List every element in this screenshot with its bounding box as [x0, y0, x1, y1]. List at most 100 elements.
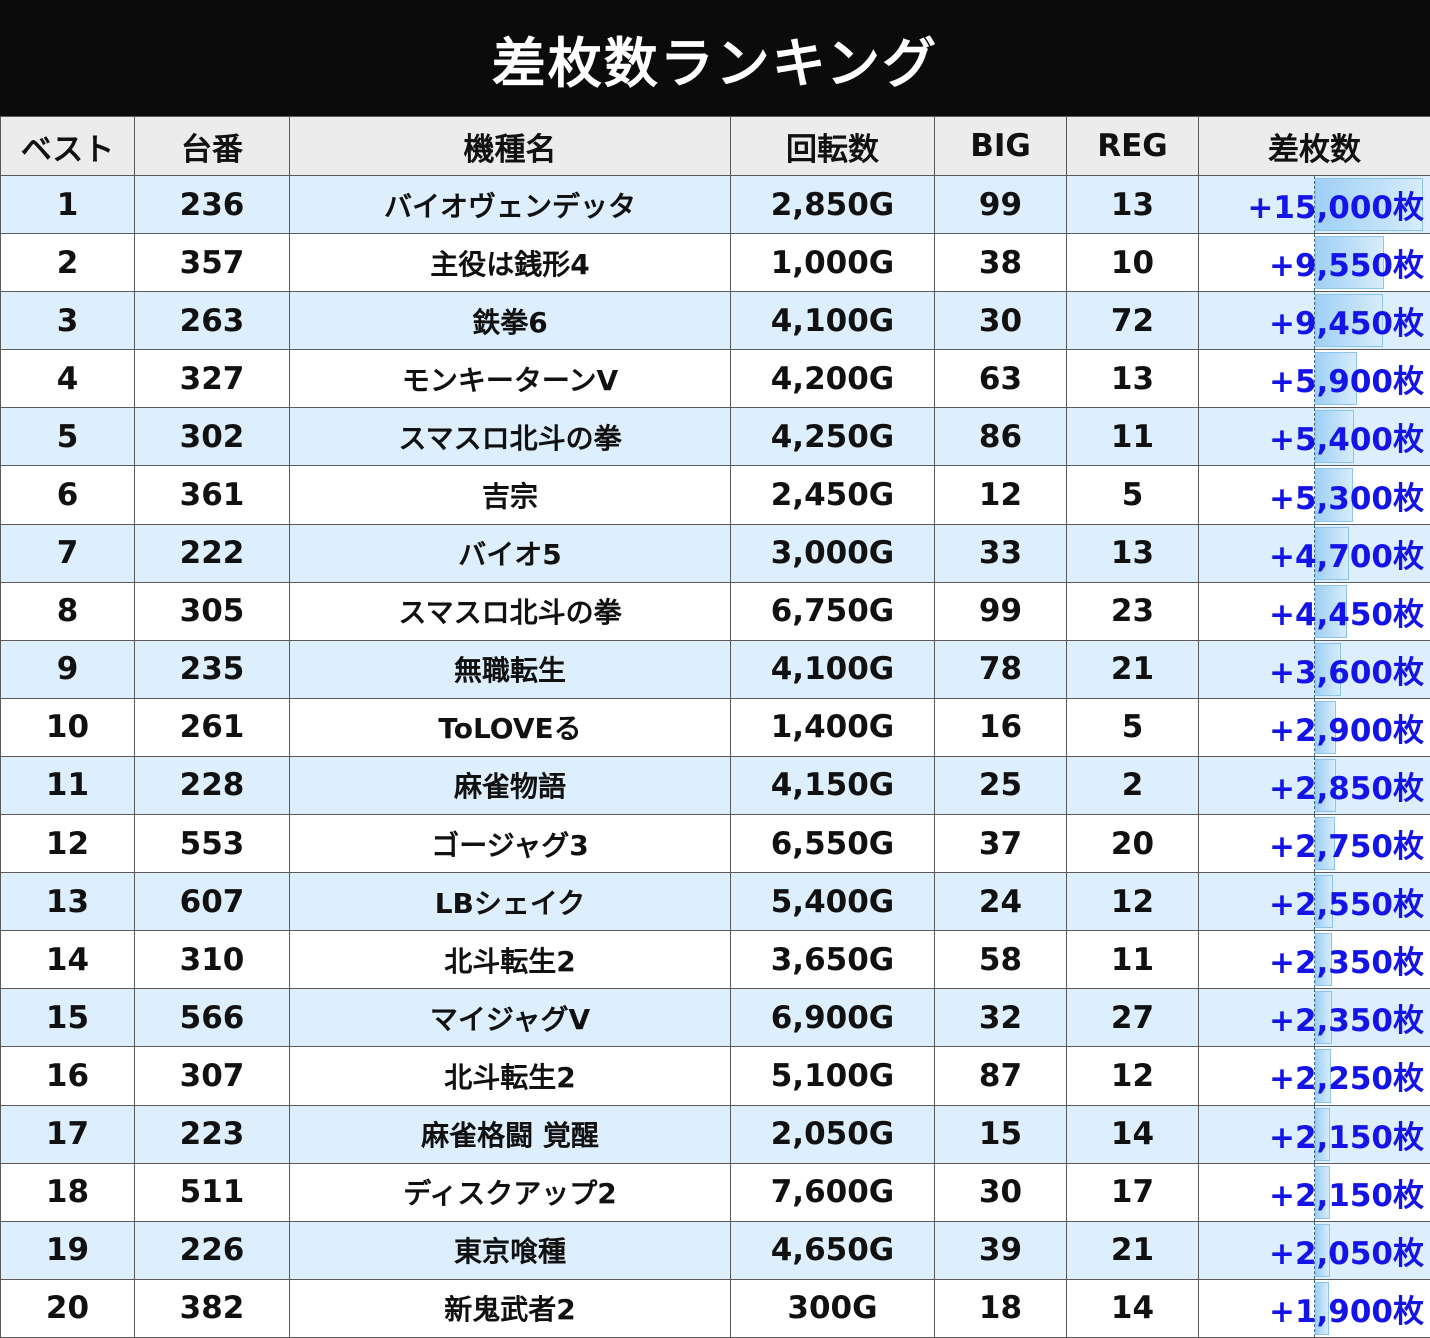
diff-value: +4,700枚 [1268, 538, 1424, 575]
diff-value: +2,050枚 [1268, 1235, 1424, 1272]
big-count-cell: 86 [934, 407, 1067, 467]
spins-cell: 1,400G [730, 697, 935, 757]
diff-value: +2,250枚 [1268, 1061, 1424, 1098]
machine-number-cell: 553 [134, 814, 290, 874]
diff-value: +5,400枚 [1268, 422, 1424, 459]
diff-value: +4,450枚 [1268, 596, 1424, 633]
big-count-cell: 16 [934, 697, 1067, 757]
machine-name-cell: ディスクアップ2 [289, 1162, 731, 1222]
reg-count-cell: 23 [1066, 581, 1199, 641]
spins-cell: 300G [730, 1278, 935, 1338]
machine-number-cell: 223 [134, 1104, 290, 1164]
machine-number-cell: 236 [134, 174, 290, 235]
reg-count-cell: 13 [1066, 523, 1199, 583]
reg-count-cell: 5 [1066, 465, 1199, 525]
table-row: 16 307 北斗転生2 5,100G 87 12 +2,250枚 [0, 1046, 1430, 1106]
spins-cell: 4,100G [730, 291, 935, 351]
diff-cell: +5,400枚 [1198, 407, 1430, 467]
rank-cell: 8 [0, 581, 135, 641]
title-bar: 差枚数ランキング [0, 0, 1430, 116]
machine-name-cell: 無職転生 [289, 639, 731, 699]
diff-cell: +15,000枚 [1198, 174, 1430, 235]
machine-number-cell: 361 [134, 465, 290, 525]
reg-count-cell: 12 [1066, 1046, 1199, 1106]
table-row: 5 302 スマスロ北斗の拳 4,250G 86 11 +5,400枚 [0, 407, 1430, 467]
reg-count-cell: 14 [1066, 1278, 1199, 1338]
spins-cell: 4,100G [730, 639, 935, 699]
table-row: 10 261 ToLOVEる 1,400G 16 5 +2,900枚 [0, 697, 1430, 757]
spins-cell: 3,000G [730, 523, 935, 583]
reg-count-cell: 17 [1066, 1162, 1199, 1222]
reg-count-cell: 27 [1066, 988, 1199, 1048]
machine-name-cell: モンキーターンV [289, 349, 731, 409]
rank-cell: 5 [0, 407, 135, 467]
machine-name-cell: バイオヴェンデッタ [289, 174, 731, 235]
machine-name-cell: ToLOVEる [289, 697, 731, 757]
diff-value: +2,150枚 [1268, 1119, 1424, 1156]
machine-number-cell: 310 [134, 930, 290, 990]
machine-number-cell: 305 [134, 581, 290, 641]
diff-cell: +2,350枚 [1198, 930, 1430, 990]
machine-number-cell: 263 [134, 291, 290, 351]
big-count-cell: 24 [934, 872, 1067, 932]
big-count-cell: 25 [934, 755, 1067, 816]
rank-cell: 10 [0, 697, 135, 757]
big-count-cell: 78 [934, 639, 1067, 699]
big-count-cell: 63 [934, 349, 1067, 409]
machine-name-cell: バイオ5 [289, 523, 731, 583]
big-count-cell: 58 [934, 930, 1067, 990]
ranking-frame: 差枚数ランキング ベスト 台番 機種名 回転数 BIG REG 差枚数 1 236… [0, 0, 1430, 1338]
reg-count-cell: 72 [1066, 291, 1199, 351]
rank-cell: 14 [0, 930, 135, 990]
table-row: 8 305 スマスロ北斗の拳 6,750G 99 23 +4,450枚 [0, 581, 1430, 641]
machine-number-cell: 607 [134, 872, 290, 932]
machine-number-cell: 222 [134, 523, 290, 583]
machine-name-cell: ゴージャグ3 [289, 814, 731, 874]
table-row: 4 327 モンキーターンV 4,200G 63 13 +5,900枚 [0, 349, 1430, 409]
reg-count-cell: 11 [1066, 407, 1199, 467]
big-count-cell: 87 [934, 1046, 1067, 1106]
table-row: 1 236 バイオヴェンデッタ 2,850G 99 13 +15,000枚 [0, 174, 1430, 235]
machine-number-cell: 235 [134, 639, 290, 699]
table-row: 20 382 新鬼武者2 300G 18 14 +1,900枚 [0, 1278, 1430, 1338]
diff-value: +2,350枚 [1268, 945, 1424, 982]
diff-value: +5,300枚 [1268, 480, 1424, 517]
machine-number-cell: 226 [134, 1220, 290, 1280]
reg-count-cell: 20 [1066, 814, 1199, 874]
diff-value: +9,450枚 [1268, 306, 1424, 343]
big-count-cell: 18 [934, 1278, 1067, 1338]
big-count-cell: 99 [934, 174, 1067, 235]
spins-cell: 3,650G [730, 930, 935, 990]
reg-count-cell: 21 [1066, 639, 1199, 699]
rank-cell: 9 [0, 639, 135, 699]
machine-name-cell: スマスロ北斗の拳 [289, 581, 731, 641]
table-row: 15 566 マイジャグV 6,900G 32 27 +2,350枚 [0, 988, 1430, 1048]
diff-value: +2,150枚 [1268, 1177, 1424, 1214]
diff-value: +9,550枚 [1268, 248, 1424, 285]
table-row: 11 228 麻雀物語 4,150G 25 2 +2,850枚 [0, 755, 1430, 816]
big-count-cell: 33 [934, 523, 1067, 583]
diff-cell: +2,900枚 [1198, 697, 1430, 757]
machine-number-cell: 261 [134, 697, 290, 757]
header-machine: 台番 [134, 116, 290, 176]
machine-name-cell: 吉宗 [289, 465, 731, 525]
spins-cell: 1,000G [730, 233, 935, 293]
spins-cell: 5,100G [730, 1046, 935, 1106]
rank-cell: 20 [0, 1278, 135, 1338]
reg-count-cell: 5 [1066, 697, 1199, 757]
big-count-cell: 15 [934, 1104, 1067, 1164]
rank-cell: 2 [0, 233, 135, 293]
spins-cell: 6,750G [730, 581, 935, 641]
spins-cell: 2,450G [730, 465, 935, 525]
rank-cell: 17 [0, 1104, 135, 1164]
big-count-cell: 99 [934, 581, 1067, 641]
machine-name-cell: 麻雀物語 [289, 755, 731, 816]
table-row: 7 222 バイオ5 3,000G 33 13 +4,700枚 [0, 523, 1430, 583]
reg-count-cell: 13 [1066, 174, 1199, 235]
machine-number-cell: 302 [134, 407, 290, 467]
diff-value: +2,350枚 [1268, 1003, 1424, 1040]
diff-value: +1,900枚 [1268, 1293, 1424, 1330]
machine-name-cell: 東京喰種 [289, 1220, 731, 1280]
spins-cell: 5,400G [730, 872, 935, 932]
spins-cell: 4,250G [730, 407, 935, 467]
